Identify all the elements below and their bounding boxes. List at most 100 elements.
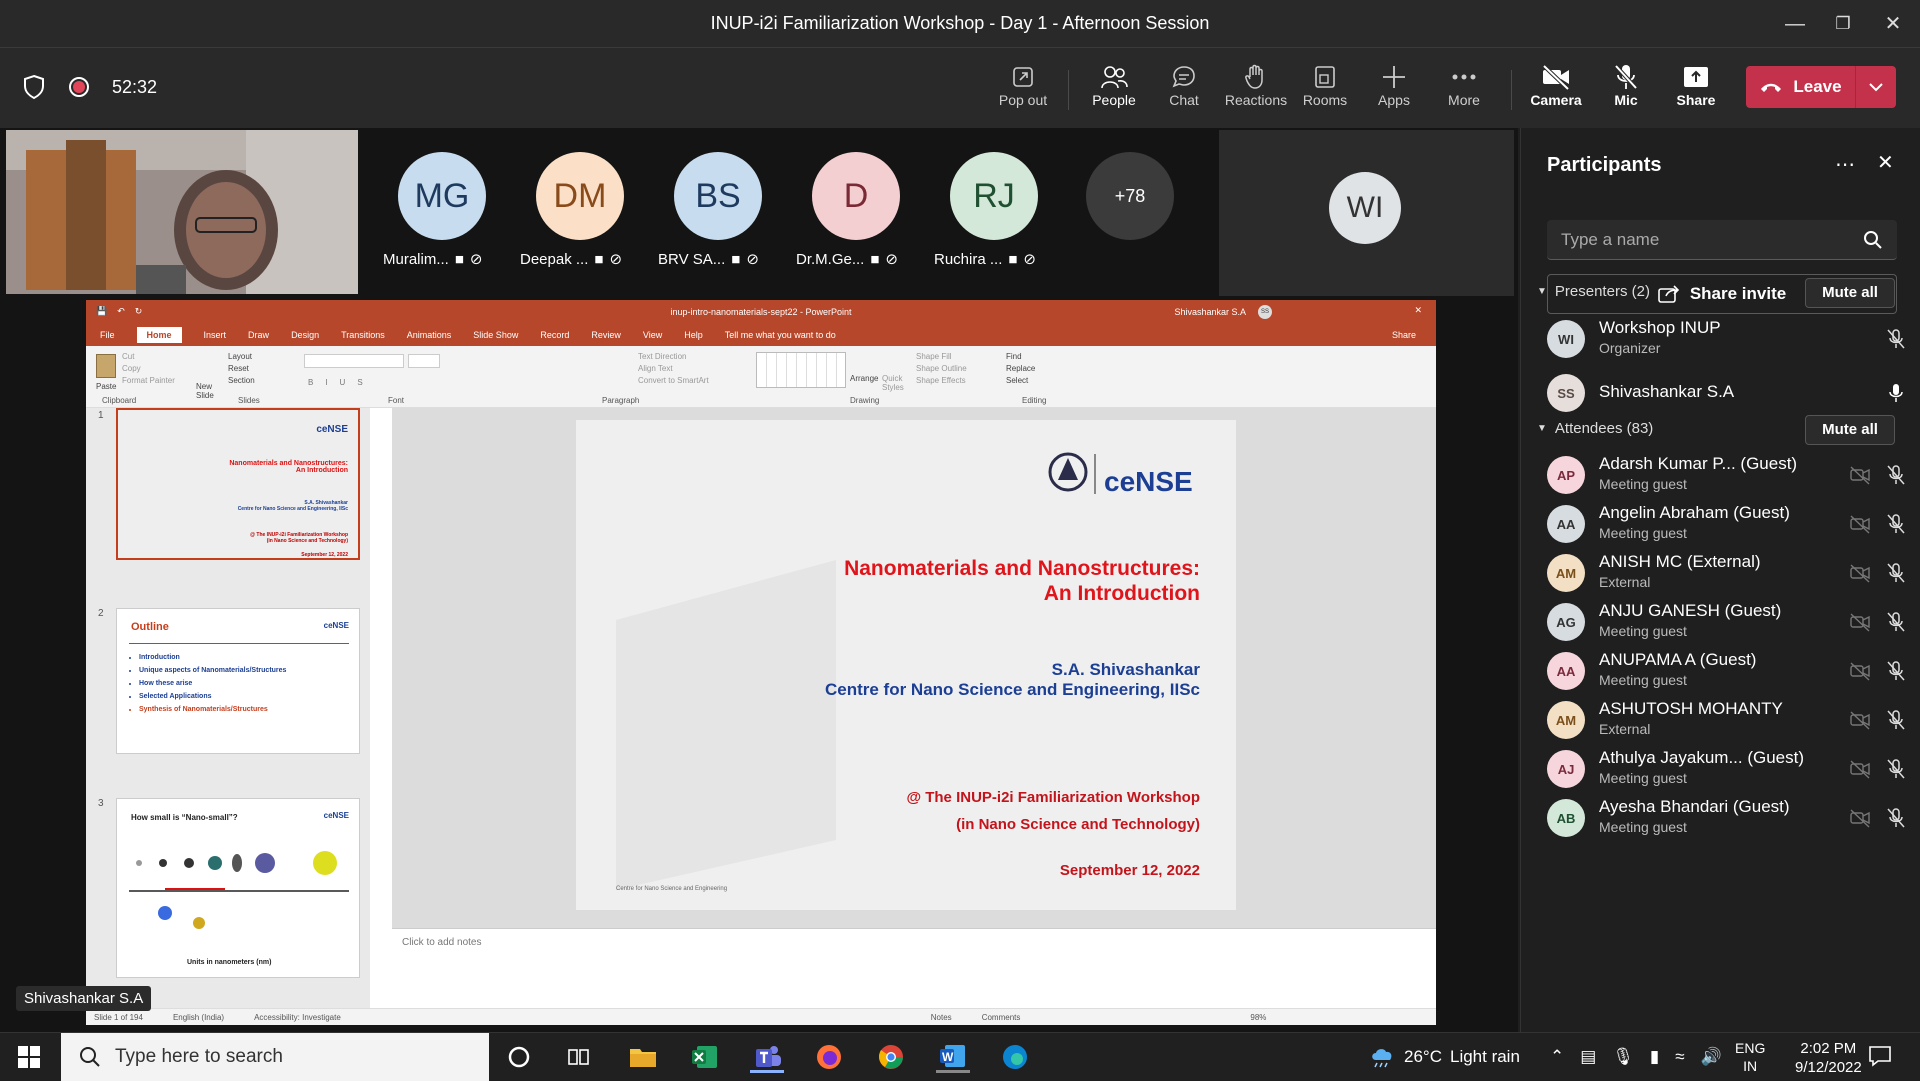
replace-button[interactable]: Replace xyxy=(1006,364,1035,373)
ribbon-tab-insert[interactable]: Insert xyxy=(204,330,227,340)
taskbar-search-input[interactable]: Type here to search xyxy=(61,1033,489,1081)
zoom-level[interactable]: 98% xyxy=(1250,1013,1266,1022)
volume-icon[interactable]: 🔊 xyxy=(1701,1047,1722,1067)
ribbon-tab-help[interactable]: Help xyxy=(684,330,703,340)
mic-on-icon[interactable] xyxy=(1885,382,1907,404)
camera-button[interactable]: Camera xyxy=(1523,62,1589,108)
minimize-button[interactable]: — xyxy=(1780,10,1810,38)
font-name-select[interactable] xyxy=(304,354,404,368)
word-icon[interactable]: W xyxy=(936,1041,970,1073)
device-icon[interactable]: ▤ xyxy=(1580,1047,1596,1067)
paste-button[interactable]: Paste xyxy=(96,382,116,391)
ppt-close-icon[interactable]: ✕ xyxy=(1414,305,1422,316)
language-indicator[interactable]: ENG IN xyxy=(1735,1039,1765,1075)
ribbon-tab-slideshow[interactable]: Slide Show xyxy=(473,330,518,340)
participant-avatar[interactable]: MG xyxy=(398,152,486,240)
file-explorer-icon[interactable] xyxy=(626,1041,660,1073)
notifications-icon[interactable] xyxy=(1868,1045,1892,1067)
more-options-icon[interactable]: ⋯ xyxy=(1835,152,1855,177)
mic-off-icon[interactable] xyxy=(1885,660,1907,682)
participant-avatar[interactable]: DM xyxy=(536,152,624,240)
slide-thumbnail-1[interactable]: ceNSE Nanomaterials and Nanostructures: A… xyxy=(116,408,360,560)
clock[interactable]: 2:02 PM 9/12/2022 xyxy=(1795,1039,1862,1077)
participant-avatar[interactable]: D xyxy=(812,152,900,240)
cortana-icon[interactable] xyxy=(502,1041,536,1073)
people-button[interactable]: People xyxy=(1081,62,1147,135)
rooms-button[interactable]: Rooms xyxy=(1292,62,1358,108)
chevron-down-icon[interactable] xyxy=(1856,81,1896,93)
participant-row[interactable]: AG ANJU GANESH (Guest) Meeting guest xyxy=(1547,595,1907,651)
reactions-button[interactable]: Reactions xyxy=(1221,62,1291,108)
microphone-icon[interactable]: 🎙 xyxy=(1612,1047,1634,1067)
more-button[interactable]: More xyxy=(1431,62,1497,108)
attendees-section-header[interactable]: ▼ Attendees (83) xyxy=(1537,420,1653,437)
windows-start-icon[interactable] xyxy=(18,1046,40,1068)
current-slide[interactable]: ceNSE Nanomaterials and Nanostructures: … xyxy=(576,420,1236,910)
participant-row[interactable]: AB Ayesha Bhandari (Guest) Meeting guest xyxy=(1547,791,1907,847)
shape-fill-button[interactable]: Shape Fill xyxy=(916,352,952,361)
shape-outline-button[interactable]: Shape Outline xyxy=(916,364,967,373)
tell-me-search[interactable]: Tell me what you want to do xyxy=(725,330,836,340)
participant-row[interactable]: AM ANISH MC (External) External xyxy=(1547,546,1907,602)
new-slide-button[interactable]: New Slide xyxy=(196,382,220,400)
section-button[interactable]: Section xyxy=(228,376,255,385)
format-painter-button[interactable]: Format Painter xyxy=(122,376,175,385)
wifi-icon[interactable]: ≈ xyxy=(1675,1047,1684,1067)
mic-off-icon[interactable] xyxy=(1885,709,1907,731)
layout-button[interactable]: Layout xyxy=(228,352,252,361)
apps-button[interactable]: Apps xyxy=(1361,62,1427,108)
notes-toggle[interactable]: Notes xyxy=(931,1013,952,1022)
participant-avatar[interactable]: BS xyxy=(674,152,762,240)
participant-row[interactable]: SS Shivashankar S.A xyxy=(1547,366,1907,422)
cut-button[interactable]: Cut xyxy=(122,352,134,361)
slide-thumbnail-3[interactable]: How small is “Nano-small”? ceNSE Units i… xyxy=(116,798,360,978)
participant-row[interactable]: AP Adarsh Kumar P... (Guest) Meeting guest xyxy=(1547,448,1907,504)
excel-icon[interactable] xyxy=(688,1041,722,1073)
smartart-button[interactable]: Convert to SmartArt xyxy=(638,376,709,385)
teams-icon[interactable] xyxy=(750,1041,784,1073)
overflow-participants-button[interactable]: +78 xyxy=(1086,152,1174,240)
participant-row[interactable]: WI Workshop INUP Organizer xyxy=(1547,312,1907,368)
save-icon[interactable]: 💾 xyxy=(96,306,107,317)
undo-icon[interactable]: ↶ xyxy=(117,306,125,317)
presenters-section-header[interactable]: ▼ Presenters (2) xyxy=(1537,283,1650,300)
ribbon-tab-file[interactable]: File xyxy=(100,330,115,340)
participant-row[interactable]: AM ASHUTOSH MOHANTY External xyxy=(1547,693,1907,749)
mic-off-icon[interactable] xyxy=(1885,328,1907,350)
mute-all-presenters-button[interactable]: Mute all xyxy=(1805,278,1895,308)
ribbon-tab-design[interactable]: Design xyxy=(291,330,319,340)
ribbon-tab-draw[interactable]: Draw xyxy=(248,330,269,340)
ribbon-tab-transitions[interactable]: Transitions xyxy=(341,330,385,340)
notes-pane[interactable]: Click to add notes xyxy=(392,928,1436,1008)
redo-icon[interactable]: ↻ xyxy=(135,306,143,317)
participant-row[interactable]: AJ Athulya Jayakum... (Guest) Meeting gues… xyxy=(1547,742,1907,798)
mic-button[interactable]: Mic xyxy=(1593,62,1659,108)
find-button[interactable]: Find xyxy=(1006,352,1022,361)
mic-off-icon[interactable] xyxy=(1885,758,1907,780)
quick-styles-button[interactable]: Quick Styles xyxy=(882,374,906,392)
organizer-tile[interactable]: WI xyxy=(1219,130,1514,296)
weather-widget[interactable]: 26°C Light rain xyxy=(1370,1033,1520,1081)
font-size-select[interactable] xyxy=(408,354,440,368)
chrome-icon[interactable] xyxy=(874,1041,908,1073)
participant-search-input[interactable]: Type a name xyxy=(1547,220,1897,260)
task-view-icon[interactable] xyxy=(562,1041,596,1073)
participant-avatar[interactable]: RJ xyxy=(950,152,1038,240)
ribbon-tab-home[interactable]: Home xyxy=(136,327,182,343)
mic-off-icon[interactable] xyxy=(1885,464,1907,486)
ribbon-tab-record[interactable]: Record xyxy=(540,330,569,340)
align-text-button[interactable]: Align Text xyxy=(638,364,673,373)
reset-button[interactable]: Reset xyxy=(228,364,249,373)
accessibility-status[interactable]: Accessibility: Investigate xyxy=(254,1013,341,1022)
copy-button[interactable]: Copy xyxy=(122,364,141,373)
mute-all-attendees-button[interactable]: Mute all xyxy=(1805,415,1895,445)
font-style-buttons[interactable]: BIUS xyxy=(308,378,375,387)
pop-out-button[interactable]: Pop out xyxy=(990,62,1056,108)
participant-row[interactable]: AA ANUPAMA A (Guest) Meeting guest xyxy=(1547,644,1907,700)
shape-effects-button[interactable]: Shape Effects xyxy=(916,376,966,385)
shapes-gallery[interactable] xyxy=(756,352,846,388)
maximize-button[interactable]: ❐ xyxy=(1828,10,1858,38)
ribbon-tab-view[interactable]: View xyxy=(643,330,662,340)
slide-thumbnail-2[interactable]: Outline ceNSE Introduction Unique aspect… xyxy=(116,608,360,754)
mic-off-icon[interactable] xyxy=(1885,611,1907,633)
